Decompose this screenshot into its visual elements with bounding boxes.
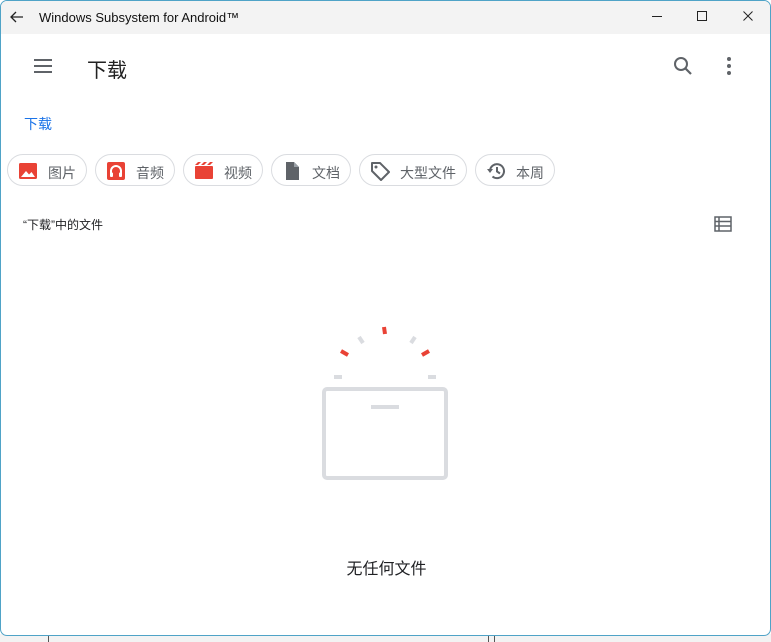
history-icon bbox=[485, 160, 507, 182]
chip-label: 本周 bbox=[516, 165, 544, 181]
section-title: “下载”中的文件 bbox=[23, 218, 103, 232]
chip-documents[interactable]: 文档 bbox=[271, 154, 351, 186]
minimize-icon bbox=[651, 9, 663, 27]
arrow-left-icon[interactable] bbox=[7, 7, 27, 27]
video-clapper-icon bbox=[193, 160, 215, 182]
document-icon bbox=[281, 160, 303, 182]
chip-large-files[interactable]: 大型文件 bbox=[359, 154, 467, 186]
app-window: Windows Subsystem for Android™ 下载 下载 图片 … bbox=[0, 0, 771, 636]
tag-icon bbox=[369, 160, 391, 182]
window-title: Windows Subsystem for Android™ bbox=[39, 10, 240, 25]
chip-audio[interactable]: 音频 bbox=[95, 154, 175, 186]
title-bar: Windows Subsystem for Android™ bbox=[1, 1, 770, 34]
chip-video[interactable]: 视频 bbox=[183, 154, 263, 186]
chip-label: 音频 bbox=[136, 165, 164, 181]
chip-label: 文档 bbox=[312, 165, 340, 181]
chip-label: 图片 bbox=[48, 165, 76, 181]
chip-images[interactable]: 图片 bbox=[7, 154, 87, 186]
breadcrumb[interactable]: 下载 bbox=[24, 114, 52, 134]
chip-this-week[interactable]: 本周 bbox=[475, 154, 555, 186]
headphones-icon bbox=[105, 160, 127, 182]
close-icon bbox=[742, 9, 754, 27]
chip-label: 视频 bbox=[224, 165, 252, 181]
chip-label: 大型文件 bbox=[400, 165, 456, 181]
minimize-button[interactable] bbox=[634, 1, 680, 34]
more-vertical-icon[interactable] bbox=[717, 52, 741, 80]
list-view-icon[interactable] bbox=[712, 214, 734, 234]
maximize-button[interactable] bbox=[679, 1, 725, 34]
close-button[interactable] bbox=[725, 1, 770, 34]
page-title: 下载 bbox=[87, 60, 127, 82]
empty-folder-icon bbox=[316, 321, 456, 491]
hamburger-menu-icon[interactable] bbox=[29, 52, 57, 80]
maximize-icon bbox=[696, 9, 708, 27]
search-icon[interactable] bbox=[669, 52, 697, 80]
empty-state-message: 无任何文件 bbox=[346, 561, 427, 578]
app-bar: 下载 bbox=[1, 34, 770, 98]
image-icon bbox=[17, 160, 39, 182]
